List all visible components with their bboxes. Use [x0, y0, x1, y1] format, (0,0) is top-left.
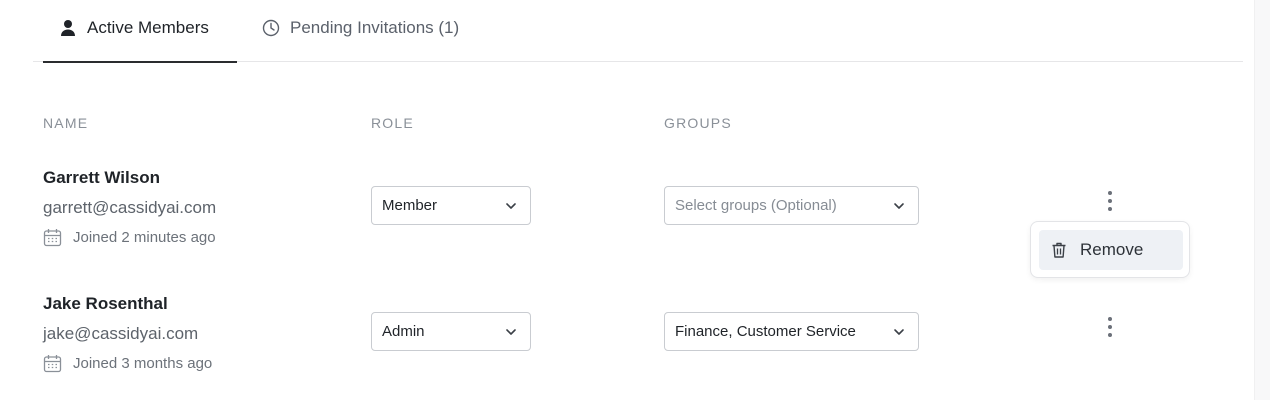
- member-joined: Joined 3 months ago: [43, 354, 212, 373]
- column-header-role: ROLE: [371, 115, 414, 131]
- role-select[interactable]: Admin: [371, 312, 531, 351]
- member-joined-text: Joined 2 minutes ago: [73, 229, 216, 246]
- kebab-dot-icon: [1108, 333, 1112, 337]
- groups-select[interactable]: Finance, Customer Service: [664, 312, 919, 351]
- chevron-down-icon: [892, 325, 906, 339]
- tab-pending-invitations-label: Pending Invitations (1): [290, 18, 460, 37]
- tab-active-members[interactable]: Active Members: [43, 18, 237, 63]
- row-actions-button[interactable]: [1100, 187, 1120, 215]
- trash-icon: [1050, 241, 1068, 259]
- member-email: jake@cassidyai.com: [43, 324, 199, 343]
- kebab-dot-icon: [1108, 207, 1112, 211]
- member-name: Jake Rosenthal: [43, 294, 168, 313]
- remove-label: Remove: [1080, 240, 1144, 259]
- scrollbar-track[interactable]: [1254, 0, 1270, 400]
- chevron-down-icon: [504, 325, 518, 339]
- groups-select-value: Finance, Customer Service: [675, 323, 856, 340]
- row-actions-button[interactable]: [1100, 313, 1120, 341]
- role-select-value: Member: [382, 197, 438, 214]
- tab-active-members-label: Active Members: [87, 18, 209, 37]
- groups-select[interactable]: Select groups (Optional): [664, 186, 919, 225]
- role-select-value: Admin: [382, 323, 425, 340]
- clock-icon: [262, 19, 280, 37]
- kebab-dot-icon: [1108, 191, 1112, 195]
- groups-select-placeholder: Select groups (Optional): [675, 197, 837, 214]
- column-header-name: NAME: [43, 115, 89, 131]
- column-header-groups: GROUPS: [664, 115, 732, 131]
- user-icon: [59, 19, 77, 37]
- calendar-icon: [43, 354, 62, 373]
- member-email: garrett@cassidyai.com: [43, 198, 217, 217]
- member-joined: Joined 2 minutes ago: [43, 228, 216, 247]
- kebab-dot-icon: [1108, 199, 1112, 203]
- member-name: Garrett Wilson: [43, 168, 160, 187]
- chevron-down-icon: [504, 199, 518, 213]
- member-joined-text: Joined 3 months ago: [73, 355, 213, 372]
- members-tabs: Active Members Pending Invitations (1): [33, 0, 1243, 63]
- kebab-dot-icon: [1108, 325, 1112, 329]
- kebab-dot-icon: [1108, 317, 1112, 321]
- chevron-down-icon: [892, 199, 906, 213]
- remove-member-button[interactable]: Remove: [1039, 230, 1183, 270]
- role-select[interactable]: Member: [371, 186, 531, 225]
- calendar-icon: [43, 228, 62, 247]
- row-actions-menu: Remove: [1030, 221, 1190, 278]
- tab-pending-invitations[interactable]: Pending Invitations (1): [262, 18, 459, 62]
